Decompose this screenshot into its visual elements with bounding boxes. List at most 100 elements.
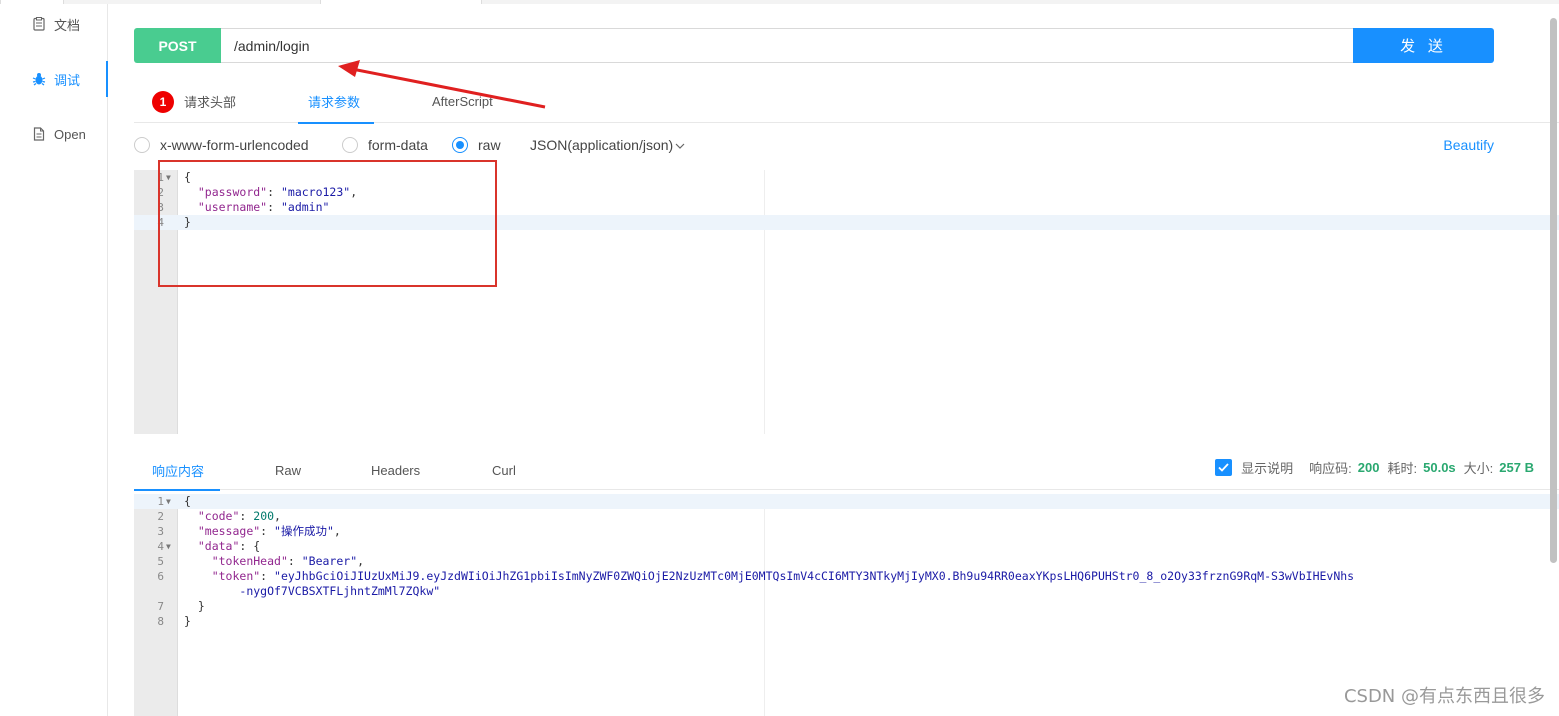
body-type-options: x-www-form-urlencoded form-data raw JSON… — [134, 133, 1494, 157]
tab-headers[interactable]: Headers — [371, 450, 420, 490]
radio-label: x-www-form-urlencoded — [160, 137, 309, 153]
top-tab-strip — [0, 0, 1559, 4]
code-line: 7 } — [134, 599, 1559, 614]
radio-label: raw — [478, 137, 501, 153]
code-text: -nygOf7VCBSXTFLjhntZmMl7ZQkw" — [239, 584, 441, 598]
line-number: 8 — [157, 615, 164, 628]
code-line: 5 "tokenHead": "Bearer", — [134, 554, 1559, 569]
radio-x-www-form-urlencoded[interactable]: x-www-form-urlencoded — [134, 137, 309, 153]
sidebar-item-open[interactable]: Open — [0, 116, 107, 152]
line-number: 4 — [157, 216, 164, 229]
fold-toggle-icon[interactable]: ▼ — [166, 539, 171, 554]
code-text: } — [184, 614, 191, 628]
tab-label: 请求参数 — [308, 95, 361, 110]
size-value: 257 B — [1499, 459, 1534, 475]
send-button[interactable]: 发 送 — [1353, 28, 1494, 63]
tab-response-content[interactable]: 响应内容 — [133, 450, 221, 491]
sidebar: 文档 调试 Open — [0, 4, 108, 716]
line-number: 1 — [157, 495, 164, 508]
url-input[interactable] — [221, 28, 1353, 63]
tab-label: Curl — [492, 462, 516, 478]
api-debug-page: 文档 调试 Open POST 发 送 1 请求头部 请求参数 Aft — [0, 0, 1559, 716]
line-number: 4 — [157, 540, 164, 553]
request-body-editor[interactable]: 1 ▼{2 "password": "macro123", 3 "username"… — [134, 170, 1559, 434]
code-line: -nygOf7VCBSXTFLjhntZmMl7ZQkw" — [134, 584, 1559, 599]
tab-curl[interactable]: Curl — [492, 450, 516, 490]
browser-tab-fragment[interactable] — [320, 0, 482, 4]
line-number: 6 — [157, 570, 164, 583]
radio-circle[interactable] — [452, 137, 468, 153]
line-number: 5 — [157, 555, 164, 568]
radio-form-data[interactable]: form-data — [342, 137, 428, 153]
radio-label: form-data — [368, 137, 428, 153]
tab-label: 请求头部 — [184, 95, 237, 110]
response-tabs: 响应内容 Raw Headers Curl 显示说明 响应码: 200 耗时: … — [133, 450, 1559, 491]
code-line: 4} — [134, 215, 1559, 230]
code-text: "token": "eyJhbGciOiJIUzUxMiJ9.eyJzdWIiO… — [211, 569, 1355, 583]
sidebar-item-label: Open — [54, 126, 86, 142]
time-value: 50.0s — [1423, 459, 1456, 475]
tab-raw[interactable]: Raw — [275, 450, 301, 490]
code-text: { — [184, 170, 191, 184]
code-line: 4 ▼ "data": { — [134, 539, 1559, 554]
header-count-badge: 1 — [152, 90, 174, 113]
tab-afterscript[interactable]: AfterScript — [432, 80, 493, 123]
code-line: 2 "password": "macro123", — [134, 185, 1559, 200]
content-type-value: JSON(application/json) — [530, 137, 674, 153]
code-text: "password": "macro123", — [197, 185, 358, 199]
code-text: "code": 200, — [197, 509, 281, 523]
document-icon — [32, 17, 46, 31]
tab-label: AfterScript — [432, 94, 493, 109]
status-code-label: 响应码: — [1309, 460, 1352, 476]
line-number: 2 — [157, 510, 164, 523]
watermark: CSDN @有点东西且很多 — [1343, 686, 1545, 707]
tab-label: 响应内容 — [152, 463, 205, 479]
code-line: 1 ▼ { — [134, 170, 1559, 185]
radio-circle[interactable] — [342, 137, 358, 153]
code-text: { — [184, 494, 191, 508]
vertical-scrollbar[interactable] — [1550, 18, 1557, 563]
request-tabs: 1 请求头部 请求参数 AfterScript — [134, 80, 1559, 124]
code-line: 3 "message": "操作成功", — [134, 524, 1559, 539]
line-number: 3 — [157, 525, 164, 538]
request-url-bar: POST 发 送 — [134, 28, 1494, 63]
code-line: 1 ▼ { — [134, 494, 1559, 509]
response-meta: 显示说明 响应码: 200 耗时: 50.0s 大小: 257 B — [1215, 450, 1534, 484]
tab-label: Raw — [275, 462, 302, 478]
beautify-button[interactable]: Beautify — [1443, 137, 1494, 153]
size-label: 大小: — [1463, 460, 1494, 476]
sidebar-item-debug[interactable]: 调试 — [0, 61, 108, 97]
line-number: 7 — [157, 600, 164, 613]
radio-circle[interactable] — [134, 137, 150, 153]
status-code-value: 200 — [1357, 459, 1380, 475]
tab-label: Headers — [371, 462, 421, 478]
code-line: 2 "code": 200, — [134, 509, 1559, 524]
tab-request-headers[interactable]: 1 请求头部 — [152, 80, 236, 123]
code-text: } — [184, 599, 205, 613]
code-line: 8} — [134, 614, 1559, 629]
code-text: "message": "操作成功", — [197, 524, 341, 538]
code-line: 3 "username": "admin" — [134, 200, 1559, 215]
code-text: "username": "admin" — [197, 200, 330, 214]
radio-raw[interactable]: raw — [452, 137, 501, 153]
sidebar-item-docs[interactable]: 文档 — [0, 6, 107, 42]
line-number: 1 — [157, 171, 164, 184]
content-type-select[interactable]: JSON(application/json) — [530, 137, 685, 153]
show-description-label: 显示说明 — [1241, 460, 1294, 476]
http-method-label[interactable]: POST — [134, 28, 221, 63]
check-icon — [1218, 462, 1229, 472]
code-line: 6 "token": "eyJhbGciOiJIUzUxMiJ9.eyJzdWI… — [134, 569, 1559, 584]
sidebar-item-label: 文档 — [54, 17, 81, 33]
show-description-checkbox[interactable] — [1215, 458, 1233, 476]
code-text: } — [184, 215, 191, 229]
tab-request-params[interactable]: 请求参数 — [297, 80, 375, 124]
bug-icon — [32, 72, 46, 86]
time-label: 耗时: — [1387, 460, 1418, 476]
line-number: 3 — [157, 201, 164, 214]
fold-toggle-icon[interactable]: ▼ — [166, 494, 171, 509]
line-number: 2 — [157, 186, 164, 199]
code-text: "tokenHead": "Bearer", — [211, 554, 365, 568]
fold-toggle-icon[interactable]: ▼ — [166, 170, 171, 185]
chevron-down-icon — [675, 137, 685, 153]
code-text: "data": { — [197, 539, 261, 553]
